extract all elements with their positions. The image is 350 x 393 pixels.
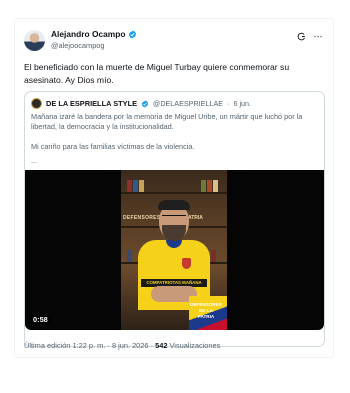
quoted-tweet-header: DE LA ESPRIELLA STYLE @DELAESPRIELLAE · … [31,98,251,109]
book [139,180,144,192]
tweet-header: Alejandro Ocampo @alejoocampog [24,29,325,55]
book [211,250,216,262]
tweet-text: El beneficiado con la muerte de Miguel T… [24,62,290,85]
tweet-meta: Última edición 1:22 p. m. · 8 jun. 2026 … [24,341,220,350]
quoted-author-name[interactable]: DE LA ESPRIELLA STYLE [46,99,137,108]
verified-badge-icon [141,100,149,107]
separator-dot: · [150,341,154,350]
glasses [162,215,186,220]
book [127,180,132,192]
flag-logo-text: DEFENSORES DE LA PATRIA [189,302,223,320]
video-player[interactable]: DEFENSORES PATRIA COMPATRIOTAS MAÑANA IZ… [25,170,324,330]
author-handle[interactable]: @alejoocampog [51,41,105,50]
quoted-paragraph-2: Mi cariño para las familias víctimas de … [31,142,195,152]
more-icon[interactable] [313,32,323,41]
video-frame: DEFENSORES PATRIA COMPATRIOTAS MAÑANA IZ… [121,170,227,330]
quoted-paragraph-1: Mañana izaré la bandera por la memoria d… [31,112,303,132]
header-actions [297,32,323,41]
flag-logo-line-2: PATRIA [197,314,215,319]
tweet-date[interactable]: 8 jun. 2026 [112,341,149,350]
author-avatar[interactable] [24,30,45,51]
author-name-row: Alejandro Ocampo [51,29,137,39]
bookshelf [121,192,227,194]
quoted-ellipsis: ... [31,155,38,165]
book [133,180,138,192]
tweet-card[interactable]: Alejandro Ocampo @alejoocampog El benefi… [14,18,334,358]
views-count: 542 [155,341,168,350]
beard [162,225,186,241]
cap [158,200,190,210]
book [207,180,212,192]
book [213,180,218,192]
book [127,250,132,262]
author-name[interactable]: Alejandro Ocampo [51,29,125,39]
video-duration: 0:58 [29,314,52,325]
separator-dot: · [107,341,110,350]
separator-dot: · [227,99,230,108]
quoted-author-handle[interactable]: @DELAESPRIELLAE [153,99,223,108]
quoted-tweet[interactable]: DE LA ESPRIELLA STYLE @DELAESPRIELLAE · … [24,91,325,347]
views-label: Visualizaciones [169,341,221,350]
quoted-tweet-text: Mañana izaré la bandera por la memoria d… [31,112,321,166]
flag-logo-line-1: DEFENSORES DE LA [190,302,222,313]
grok-icon[interactable] [297,32,306,41]
quoted-tweet-date[interactable]: 6 jun. [233,99,251,108]
verified-badge-icon [129,30,137,38]
edited-label[interactable]: Última edición 1:22 p. m. [24,341,105,350]
quoted-author-avatar[interactable] [31,98,42,109]
book [201,180,206,192]
jersey-crest [182,258,191,269]
video-sign-left: DEFENSORES [123,215,161,221]
